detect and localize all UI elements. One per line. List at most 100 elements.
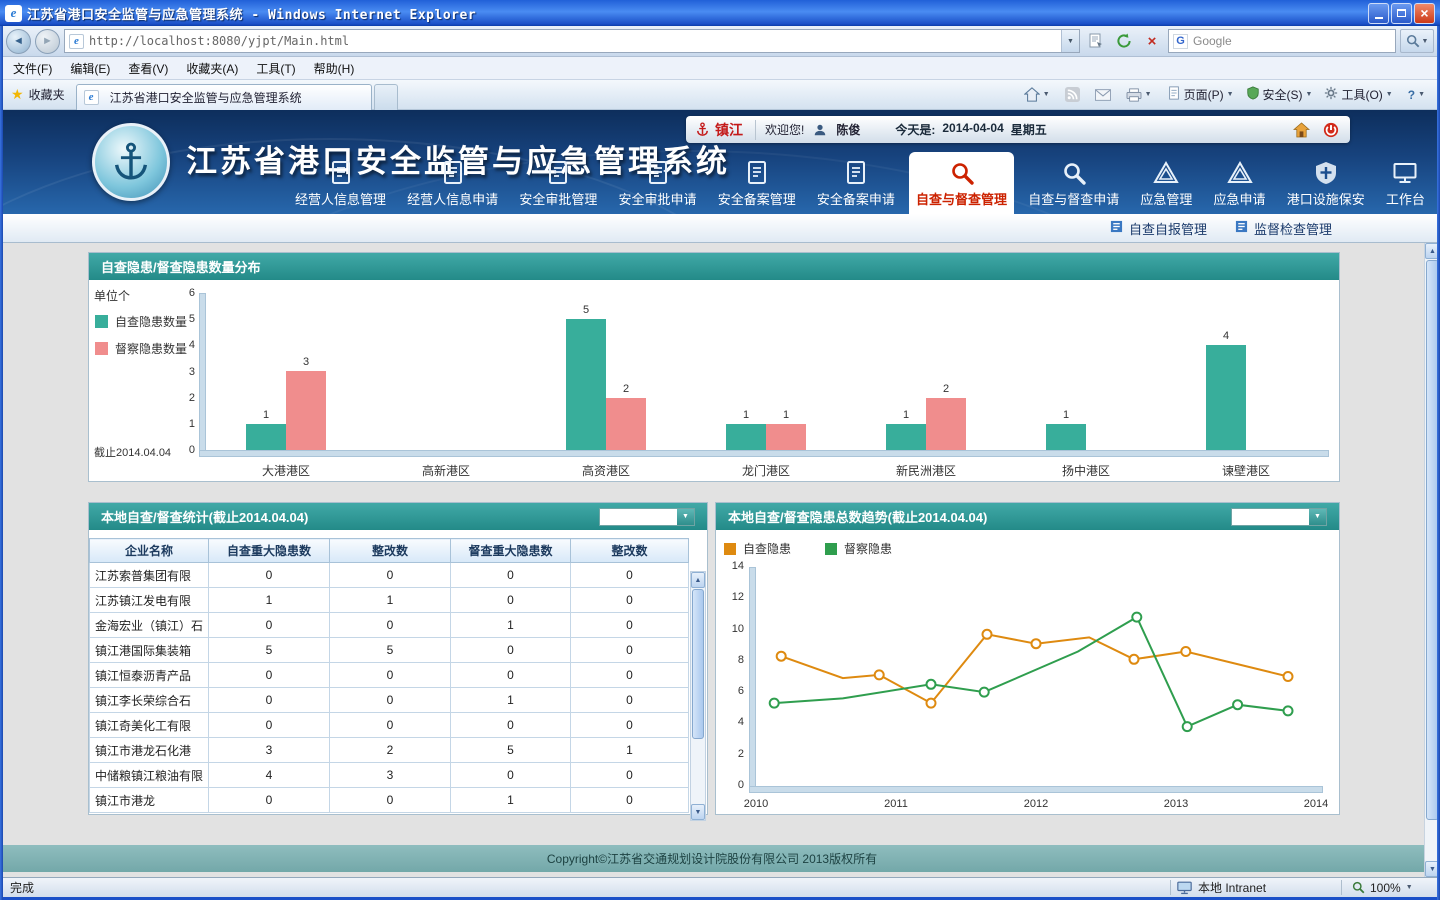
nav-item-self-inspection-manage[interactable]: 自查与督查管理 [909, 152, 1014, 214]
page-button[interactable]: 页面(P)▼ [1161, 82, 1240, 107]
maximize-button[interactable] [1391, 3, 1412, 24]
search-box[interactable]: G Google [1168, 29, 1396, 53]
distribution-panel-header: 自查隐患/督查隐患数量分布 [89, 253, 1339, 280]
print-button[interactable]: ▼ [1120, 84, 1158, 106]
menu-view[interactable]: 查看(V) [119, 57, 177, 80]
trend-ytick-label: 12 [732, 591, 744, 603]
close-button[interactable]: × [1414, 3, 1435, 24]
table-scroll-down-button[interactable]: ▼ [691, 804, 705, 820]
stats-table-row[interactable]: 镇江奇美化工有限0000 [90, 713, 689, 738]
menu-favorites[interactable]: 收藏夹(A) [177, 57, 247, 80]
stat-value-cell: 1 [451, 788, 571, 813]
bar-xaxis-labels: 大港港区高新港区高资港区龙门港区新民洲港区扬中港区谏壁港区 [206, 462, 1328, 479]
nav-item-self-inspection-apply[interactable]: 自查与督查申请 [1021, 158, 1126, 214]
menu-tools[interactable]: 工具(T) [247, 57, 304, 80]
stats-filter-dropdown[interactable]: ▼ [599, 508, 695, 526]
trend-filter-dropdown[interactable]: ▼ [1231, 508, 1327, 526]
stat-value-cell: 1 [330, 588, 451, 613]
chevron-down-icon: ▼ [1386, 91, 1393, 98]
current-weekday: 星期五 [1011, 121, 1047, 138]
safety-button[interactable]: 安全(S)▼ [1240, 82, 1319, 107]
supervise-bar: 2 [926, 398, 966, 450]
menu-help[interactable]: 帮助(H) [305, 57, 364, 80]
minimize-button[interactable] [1368, 3, 1389, 24]
stats-table-row[interactable]: 镇江港国际集装箱5500 [90, 638, 689, 663]
main-nav: 经营人信息管理经营人信息申请安全审批管理安全审批申请安全备案管理安全备案申请自查… [288, 152, 1432, 214]
stat-value-cell: 1 [209, 588, 330, 613]
menu-file[interactable]: 文件(F) [4, 57, 61, 80]
nav-item-safety-filing-manage[interactable]: 安全备案管理 [711, 158, 803, 214]
nav-item-safety-filing-apply[interactable]: 安全备案申请 [810, 158, 902, 214]
bar-xaxis [199, 450, 1329, 457]
logout-button[interactable] [1321, 120, 1341, 140]
table-scrollbar[interactable]: ▲ ▼ [690, 571, 706, 821]
chevron-down-icon: ▼ [1227, 91, 1234, 98]
nav-item-operator-info-apply[interactable]: 经营人信息申请 [400, 158, 505, 214]
stop-button[interactable]: × [1140, 29, 1164, 53]
stats-table-row[interactable]: 金海宏业（镇江）石0010 [90, 613, 689, 638]
nav-item-operator-info-manage[interactable]: 经营人信息管理 [288, 158, 393, 214]
trend-ytick-label: 8 [738, 654, 744, 666]
address-dropdown-button[interactable]: ▼ [1061, 30, 1079, 52]
nav-item-label: 自查与督查申请 [1028, 189, 1119, 208]
subnav-item-self-report-manage[interactable]: 自查自报管理 [1110, 219, 1207, 238]
city-selector[interactable]: 镇江 [695, 120, 756, 140]
table-scroll-thumb[interactable] [692, 589, 704, 739]
stats-table-row[interactable]: 镇江市港龙石化港3251 [90, 738, 689, 763]
search-button[interactable]: ▼ [1400, 29, 1434, 53]
stat-value-cell: 4 [209, 763, 330, 788]
trend-filter-arrow-icon[interactable]: ▼ [1309, 509, 1326, 525]
menu-edit[interactable]: 编辑(E) [61, 57, 119, 80]
favorites-button[interactable]: ★ 收藏夹 [0, 86, 76, 103]
stats-filter-arrow-icon[interactable]: ▼ [677, 509, 694, 525]
toolbar-button-label: 工具(O) [1341, 86, 1382, 103]
stats-table-row[interactable]: 江苏镇江发电有限1100 [90, 588, 689, 613]
zoom-control[interactable]: 100% ▼ [1348, 881, 1440, 895]
tools-button[interactable]: 工具(O) ▼ [1318, 82, 1398, 107]
bar-ytick-label: 0 [189, 444, 195, 456]
bar-value-label: 2 [606, 383, 646, 395]
stats-table-row[interactable]: 江苏索普集团有限0000 [90, 563, 689, 588]
bar-plot-area: 1352111214 [206, 293, 1328, 450]
user-icon [813, 123, 827, 137]
compatibility-view-button[interactable] [1084, 29, 1108, 53]
stats-table-row[interactable]: 镇江李长荣综合石0010 [90, 688, 689, 713]
help-button[interactable]: ? ▼ [1402, 84, 1431, 106]
bar-value-label: 4 [1206, 330, 1246, 342]
nav-item-workbench[interactable]: 工作台 [1379, 158, 1432, 214]
stat-value-cell: 0 [571, 788, 689, 813]
nav-item-safety-approval-manage[interactable]: 安全审批管理 [512, 158, 604, 214]
forward-button[interactable]: ► [35, 29, 60, 54]
nav-item-port-facility-security[interactable]: 港口设施保安 [1280, 158, 1372, 214]
self-check-bar: 1 [726, 424, 766, 450]
stats-table-row[interactable]: 中储粮镇江粮油有限4300 [90, 763, 689, 788]
subnav-item-supervision-check-manage[interactable]: 监督检查管理 [1235, 219, 1332, 238]
read-mail-button[interactable] [1089, 85, 1117, 105]
supervise-line-swatch [825, 543, 837, 555]
nav-item-emergency-manage[interactable]: 应急管理 [1133, 158, 1199, 214]
enterprise-name-cell: 镇江港国际集装箱 [90, 638, 209, 663]
refresh-button[interactable] [1112, 29, 1136, 53]
feeds-button[interactable] [1059, 83, 1086, 106]
search-input[interactable]: Google [1193, 34, 1232, 48]
stats-table-row[interactable]: 镇江市港龙0010 [90, 788, 689, 813]
stat-value-cell: 0 [330, 788, 451, 813]
intranet-icon [1177, 881, 1192, 895]
table-scroll-up-button[interactable]: ▲ [691, 572, 705, 588]
toolbar-button-label: 页面(P) [1184, 86, 1224, 103]
nav-item-emergency-apply[interactable]: 应急申请 [1207, 158, 1273, 214]
chevron-down-icon: ▼ [1043, 91, 1050, 98]
home-button[interactable]: ▼ [1018, 83, 1056, 106]
browser-tab[interactable]: e 江苏省港口安全监管与应急管理系统 [76, 84, 372, 110]
address-field[interactable]: e http://localhost:8080/yjpt/Main.html ▼ [64, 29, 1080, 53]
stat-value-cell: 0 [330, 663, 451, 688]
nav-item-safety-approval-apply[interactable]: 安全审批申请 [612, 158, 704, 214]
nav-item-label: 经营人信息管理 [295, 189, 386, 208]
bar-value-label: 3 [286, 356, 326, 368]
back-button[interactable]: ◄ [6, 29, 31, 54]
home-page-button[interactable] [1291, 120, 1312, 140]
address-input[interactable]: http://localhost:8080/yjpt/Main.html [89, 34, 1061, 48]
new-tab-button[interactable] [374, 84, 398, 110]
stats-table-row[interactable]: 镇江恒泰沥青产品0000 [90, 663, 689, 688]
trend-ytick-label: 0 [738, 779, 744, 791]
